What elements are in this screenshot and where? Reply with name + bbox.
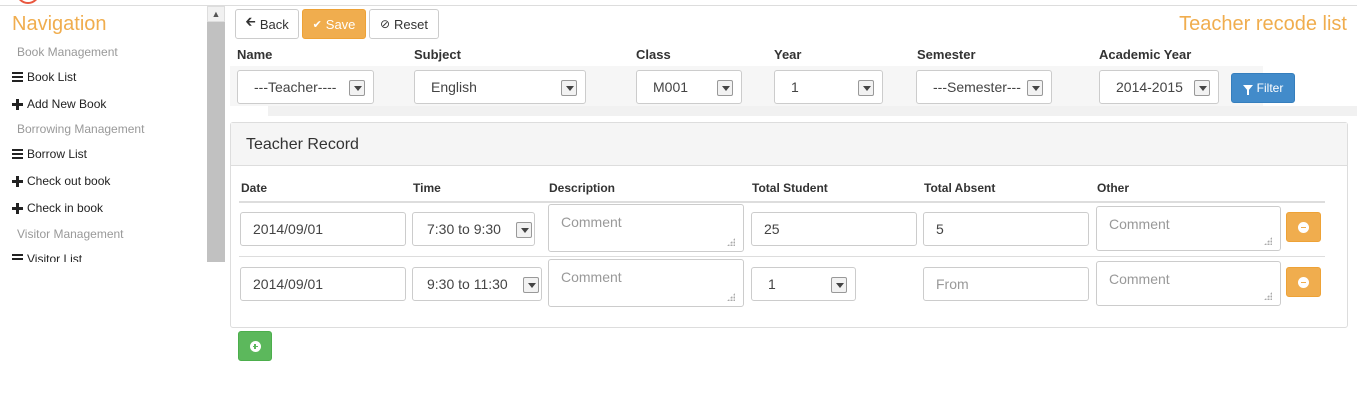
sidebar-item-check-out-book[interactable]: Check out book — [12, 174, 110, 188]
total-absent-field[interactable]: 5 — [923, 212, 1089, 246]
chevron-down-icon — [717, 80, 733, 96]
filter-label-class: Class — [636, 47, 671, 62]
table-row-divider — [239, 256, 1325, 257]
total-student-select[interactable]: 1 — [751, 267, 856, 301]
filter-label-semester: Semester — [917, 47, 976, 62]
sidebar-item-label: Check out book — [27, 174, 111, 188]
description-textarea[interactable]: Comment — [548, 204, 744, 252]
column-header-other: Other — [1097, 181, 1130, 195]
column-header-date: Date — [241, 181, 268, 195]
back-button[interactable]: 🡰 Back — [235, 9, 299, 39]
chevron-down-icon — [349, 80, 365, 96]
resize-grip-icon[interactable] — [1264, 237, 1272, 245]
arrow-left-icon: 🡰 — [245, 14, 256, 29]
filter-label-name: Name — [237, 47, 273, 62]
filter-band-divider — [268, 106, 1357, 116]
filter-label-academic-year: Academic Year — [1099, 47, 1192, 62]
list-icon — [12, 72, 23, 82]
chevron-down-icon — [831, 277, 847, 293]
page-title: Teacher recode list — [1179, 13, 1347, 35]
sidebar-item-add-new-book[interactable]: Add New Book — [12, 97, 106, 111]
minus-circle-icon — [1298, 276, 1309, 288]
resize-grip-icon[interactable] — [727, 238, 735, 246]
reset-button[interactable]: ⊘ Reset — [369, 9, 439, 39]
sidebar-item-check-in-book[interactable]: Check in book — [12, 201, 103, 215]
sidebar-item-visitor-list[interactable]: Visitor List — [12, 252, 82, 262]
sidebar-item-label: Book List — [27, 70, 77, 84]
chevron-down-icon — [523, 277, 539, 293]
sidebar-section-visitor-management: Visitor Management — [17, 227, 124, 241]
total-student-field[interactable]: 25 — [751, 212, 917, 246]
column-header-description: Description — [549, 181, 616, 195]
sidebar-section-borrowing-management: Borrowing Management — [17, 122, 145, 136]
date-field[interactable]: 2014/09/01 — [240, 212, 406, 246]
semester-select[interactable]: ---Semester--- — [916, 70, 1052, 104]
sidebar-item-book-list[interactable]: Book List — [12, 70, 76, 84]
chevron-down-icon — [858, 80, 874, 96]
panel-header: Teacher Record — [231, 123, 1347, 166]
filter-label-subject: Subject — [414, 47, 461, 62]
column-header-time: Time — [413, 181, 441, 195]
plus-circle-icon — [249, 340, 261, 352]
remove-row-button[interactable] — [1286, 267, 1321, 297]
list-icon — [12, 254, 23, 262]
sidebar-scrollbar[interactable]: ▲ — [207, 6, 225, 262]
class-select[interactable]: M001 — [636, 70, 742, 104]
scroll-up-arrow-icon[interactable]: ▲ — [207, 6, 225, 22]
other-textarea[interactable]: Comment — [1096, 206, 1281, 251]
table-header-divider — [239, 201, 1325, 203]
sidebar-item-label: Add New Book — [27, 97, 107, 111]
list-icon — [12, 149, 23, 159]
column-header-total-student: Total Student — [752, 181, 828, 195]
filter-label-year: Year — [774, 47, 802, 62]
sidebar-item-borrow-list[interactable]: Borrow List — [12, 147, 87, 161]
save-button[interactable]: ✔ Save — [302, 9, 366, 39]
academic-year-select[interactable]: 2014-2015 — [1099, 70, 1219, 104]
sidebar-section-book-management: Book Management — [17, 45, 118, 59]
plus-icon — [12, 98, 23, 110]
year-select[interactable]: 1 — [774, 70, 883, 104]
subject-select[interactable]: English — [414, 70, 586, 104]
sidebar-item-label: Borrow List — [27, 147, 88, 161]
check-circle-icon: ✔ — [312, 18, 322, 31]
teacher-select[interactable]: ---Teacher---- — [237, 70, 374, 104]
chevron-down-icon — [516, 222, 532, 238]
total-absent-field[interactable]: From — [923, 267, 1089, 301]
minus-circle-icon — [1298, 221, 1309, 233]
filter-button[interactable]: Filter — [1231, 73, 1295, 103]
date-field[interactable]: 2014/09/01 — [240, 267, 406, 301]
sidebar-title: Navigation — [12, 13, 107, 35]
description-textarea[interactable]: Comment — [548, 259, 744, 307]
sidebar-content: Navigation Book Management Book List Add… — [0, 6, 207, 262]
chevron-down-icon — [561, 80, 577, 96]
remove-row-button[interactable] — [1286, 212, 1321, 242]
panel-title: Teacher Record — [246, 136, 359, 153]
resize-grip-icon[interactable] — [1264, 292, 1272, 300]
sidebar: Navigation Book Management Book List Add… — [0, 6, 225, 262]
plus-icon — [12, 175, 23, 187]
time-select[interactable]: 9:30 to 11:30 — [412, 267, 542, 301]
time-select[interactable]: 7:30 to 9:30 — [412, 212, 535, 246]
add-row-button[interactable] — [238, 331, 272, 361]
ban-icon: ⊘ — [379, 17, 391, 31]
sidebar-item-label: Check in book — [27, 201, 104, 215]
sidebar-item-label: Visitor List — [27, 252, 83, 262]
chevron-down-icon — [1194, 80, 1210, 96]
other-textarea[interactable]: Comment — [1096, 261, 1281, 306]
column-header-total-absent: Total Absent — [924, 181, 996, 195]
filter-icon — [1242, 85, 1253, 95]
plus-icon — [12, 202, 23, 214]
resize-grip-icon[interactable] — [727, 293, 735, 301]
chevron-down-icon — [1027, 80, 1043, 96]
